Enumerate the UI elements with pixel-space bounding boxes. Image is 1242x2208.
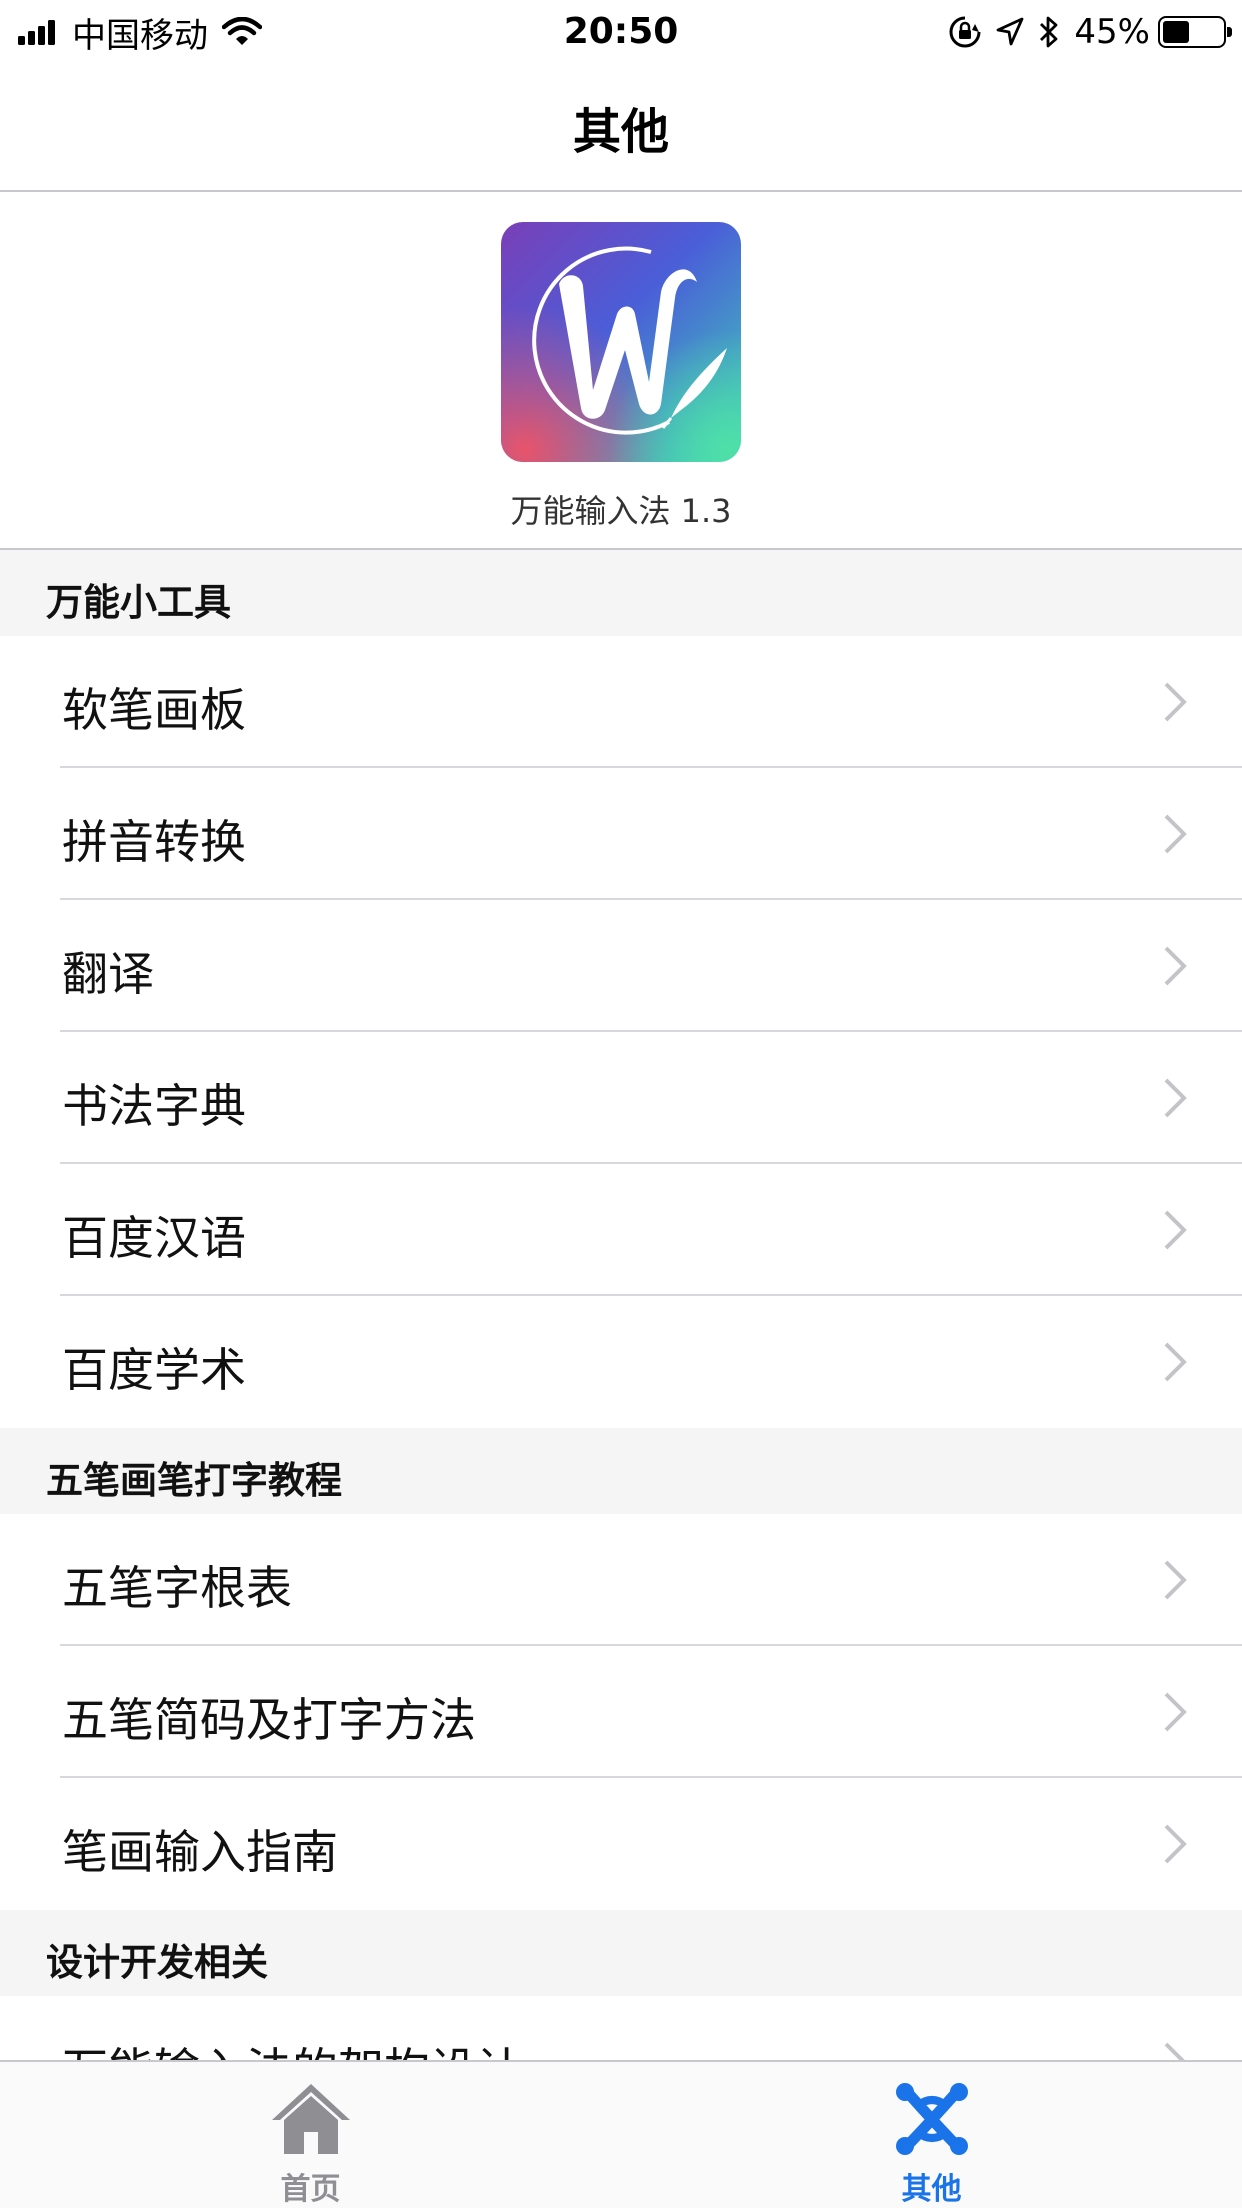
list-item-label: 笔画输入指南: [62, 1825, 338, 1879]
tab-other[interactable]: 其他: [621, 2062, 1242, 2208]
list-item-label: 拼音转换: [62, 815, 246, 869]
list-item[interactable]: 翻译: [0, 900, 1242, 1032]
tab-other-label: 其他: [901, 2172, 962, 2207]
app-version-label: 万能输入法 1.3: [510, 492, 732, 530]
location-icon: [996, 17, 1024, 47]
bluetooth-icon: [1038, 15, 1060, 49]
app-logo-icon: [501, 222, 741, 462]
other-icon: [895, 2083, 968, 2155]
section-header-tutorial: 五笔画笔打字教程: [0, 1428, 1242, 1514]
list-item[interactable]: 百度学术: [0, 1296, 1242, 1428]
list-item[interactable]: 笔画输入指南: [0, 1778, 1242, 1910]
chevron-right-icon: [1164, 1078, 1187, 1118]
section-header-tools: 万能小工具: [0, 550, 1242, 636]
list-item-label: 百度学术: [62, 1343, 246, 1397]
tab-bar: 首页 其他: [0, 2060, 1242, 2208]
list-item[interactable]: 五笔字根表: [0, 1514, 1242, 1646]
status-bar: 中国移动 20:50 45%: [0, 0, 1242, 62]
page-title: 其他: [572, 104, 669, 160]
list-item[interactable]: 拼音转换: [0, 768, 1242, 900]
list-item-label: 五笔字根表: [62, 1561, 292, 1615]
navigation-bar: 其他: [0, 62, 1242, 192]
tab-home[interactable]: 首页: [0, 2062, 621, 2208]
battery-icon: [1158, 16, 1232, 48]
chevron-right-icon: [1164, 1210, 1187, 1250]
chevron-right-icon: [1164, 682, 1187, 722]
list-item[interactable]: 五笔简码及打字方法: [0, 1646, 1242, 1778]
chevron-right-icon: [1164, 1560, 1187, 1600]
list-item-label: 百度汉语: [62, 1211, 246, 1265]
tab-home-label: 首页: [280, 2172, 341, 2207]
battery-percent: 45%: [1074, 12, 1150, 52]
list-item-label: 书法字典: [62, 1079, 246, 1133]
list-item[interactable]: 软笔画板: [0, 636, 1242, 768]
list-item-label: 软笔画板: [62, 683, 246, 737]
section-header-design: 设计开发相关: [0, 1910, 1242, 1996]
list-item-label: 五笔简码及打字方法: [62, 1693, 476, 1747]
orientation-lock-icon: [948, 15, 982, 49]
chevron-right-icon: [1164, 1342, 1187, 1382]
home-icon: [271, 2084, 350, 2154]
chevron-right-icon: [1164, 946, 1187, 986]
chevron-right-icon: [1164, 814, 1187, 854]
app-info-header: 万能输入法 1.3: [0, 192, 1242, 550]
chevron-right-icon: [1164, 1824, 1187, 1864]
list-item[interactable]: 百度汉语: [0, 1164, 1242, 1296]
chevron-right-icon: [1164, 1692, 1187, 1732]
list-item[interactable]: 书法字典: [0, 1032, 1242, 1164]
list-item-label: 翻译: [62, 947, 154, 1001]
